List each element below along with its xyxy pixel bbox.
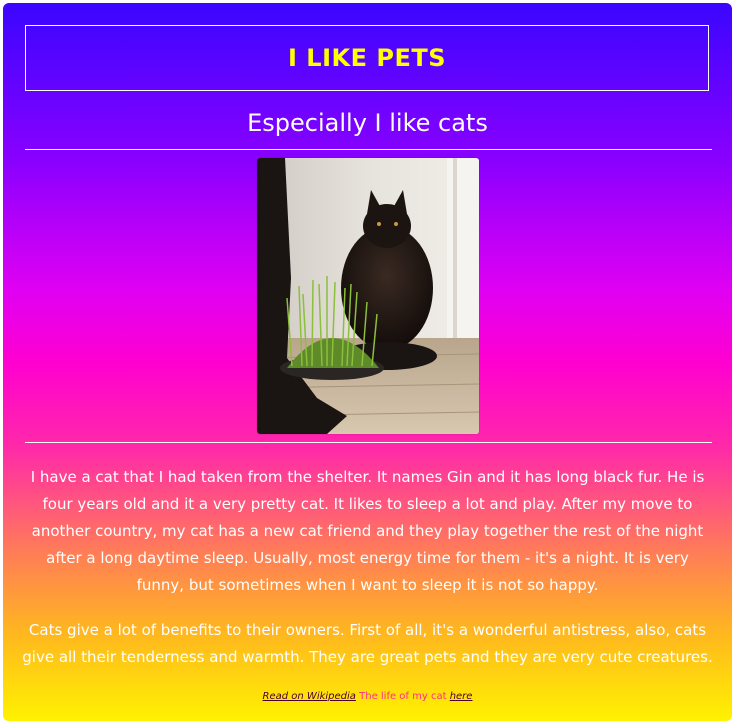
title-box: I LIKE PETS xyxy=(25,25,709,91)
page-subtitle: Especially I like cats xyxy=(247,109,488,137)
cat-photo xyxy=(257,158,479,434)
paragraph-about-cat: I have a cat that I had taken from the s… xyxy=(30,468,705,594)
footer-text: The life of my cat xyxy=(355,691,450,702)
footer: Read on Wikipedia The life of my cat her… xyxy=(3,691,732,702)
wikipedia-link[interactable]: Read on Wikipedia xyxy=(263,691,356,702)
top-divider xyxy=(25,149,712,150)
page-title: I LIKE PETS xyxy=(288,44,446,72)
paragraph-benefits: Cats give a lot of benefits to their own… xyxy=(22,621,713,666)
page-card: I LIKE PETS Especially I like cats I hav… xyxy=(3,3,732,721)
bottom-divider xyxy=(25,442,712,443)
here-link[interactable]: here xyxy=(450,691,473,702)
